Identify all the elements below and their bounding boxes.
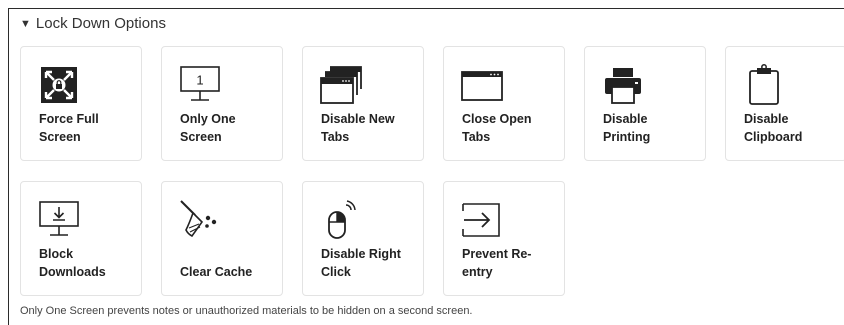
monitor-number: 1 [196,73,203,88]
enter-arrow-icon [462,203,500,237]
close-open-tabs-tile[interactable]: Close Open Tabs [443,46,565,161]
tile-label: Close Open Tabs [462,112,532,144]
disable-clipboard-tile[interactable]: Disable Clipboard [725,46,844,161]
fullscreen-lock-icon [41,67,77,103]
tile-label: Prevent Re- entry [462,247,532,279]
caret-down-icon: ▼ [20,17,31,30]
tile-label: Disable New Tabs [321,112,395,144]
tile-label: Disable Printing [603,112,651,144]
block-downloads-tile[interactable]: Block Downloads [20,181,142,296]
tile-label: Only One Screen [180,112,236,144]
disable-right-click-tile[interactable]: Disable Right Click [302,181,424,296]
clear-cache-tile[interactable]: Clear Cache [161,181,283,296]
lockdown-options-toggle[interactable]: ▼ Lock Down Options [20,13,166,33]
tile-label: Block Downloads [39,247,106,279]
browser-window-icon [461,71,503,101]
new-tabs-icon [320,66,362,104]
help-footnote: Only One Screen prevents notes or unauth… [20,305,473,317]
clipboard-icon [749,64,779,105]
download-monitor-icon [39,201,79,236]
force-full-screen-tile[interactable]: Force Full Screen [20,46,142,161]
broom-icon [180,200,217,238]
mouse-right-click-icon [328,200,356,239]
tile-label: Force Full Screen [39,112,99,144]
tile-label: Disable Right Click [321,247,401,279]
one-monitor-icon: 1 [180,66,220,101]
disable-new-tabs-tile[interactable]: Disable New Tabs [302,46,424,161]
tile-label: Clear Cache [180,265,253,279]
printer-icon [605,68,641,104]
section-title: Lock Down Options [35,14,166,32]
tile-label: Disable Clipboard [744,112,803,144]
disable-printing-tile[interactable]: Disable Printing [584,46,706,161]
prevent-reentry-tile[interactable]: Prevent Re- entry [443,181,565,296]
only-one-screen-tile[interactable]: 1 Only One Screen [161,46,283,161]
